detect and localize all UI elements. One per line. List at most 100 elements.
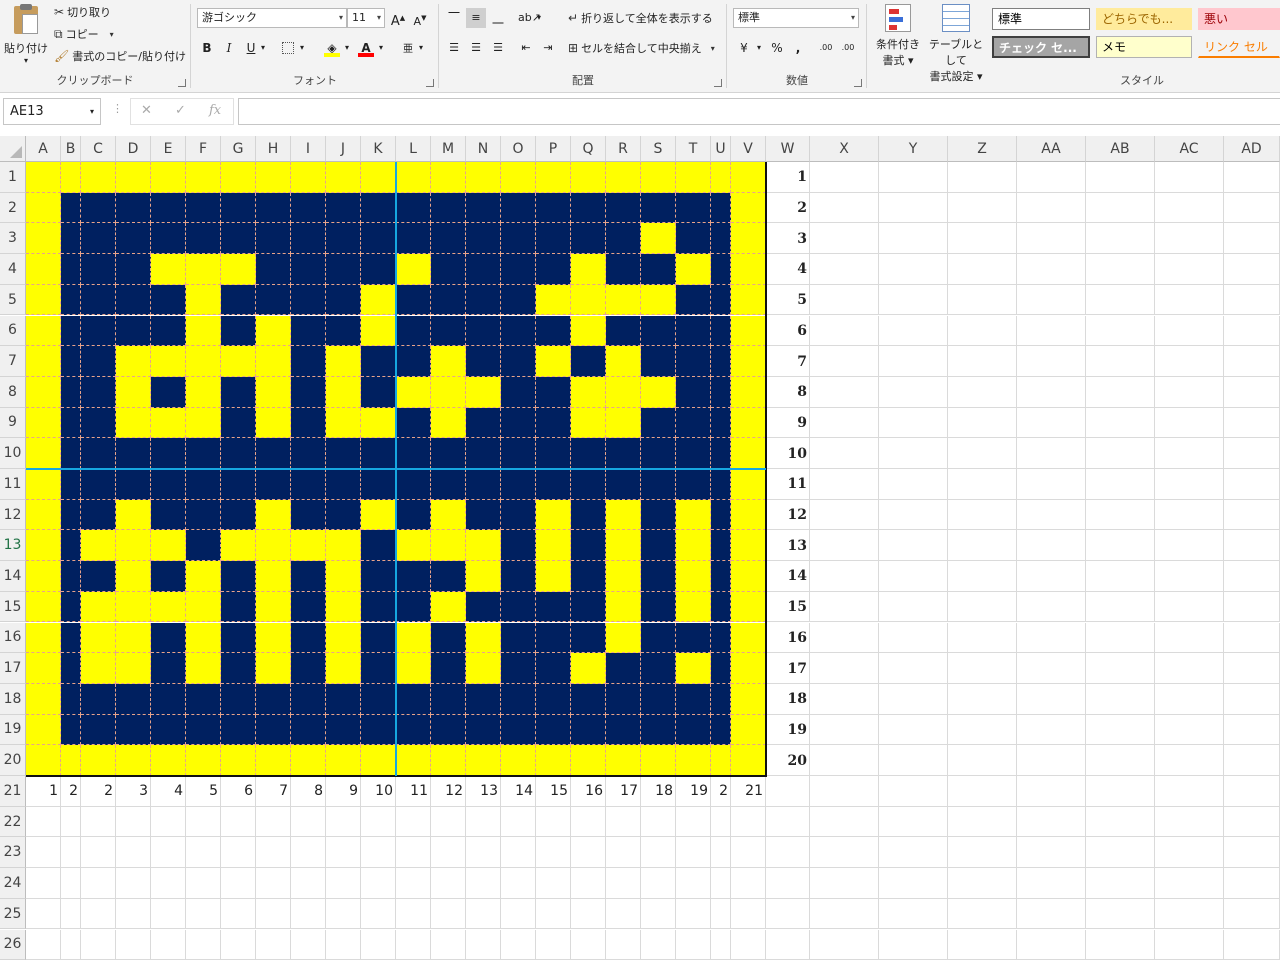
cell-ad5[interactable]	[1224, 284, 1280, 316]
cell-a6[interactable]	[26, 315, 61, 347]
cell-v18[interactable]	[731, 683, 766, 715]
font-color-dropdown-icon[interactable]: ▾	[376, 38, 386, 58]
cell-f26[interactable]	[186, 929, 221, 960]
cell-j18[interactable]	[326, 683, 361, 715]
cell-q4[interactable]	[571, 254, 606, 285]
increase-indent-icon[interactable]: ⇥	[538, 38, 558, 58]
cell-i3[interactable]	[291, 223, 326, 255]
cell-w24[interactable]	[766, 868, 810, 899]
cell-y19[interactable]	[879, 714, 948, 746]
cell-aa12[interactable]	[1017, 499, 1086, 531]
cell-i15[interactable]	[291, 591, 326, 623]
dialog-launcher-icon[interactable]	[714, 79, 722, 87]
cell-p1[interactable]	[536, 162, 571, 193]
cell-ac8[interactable]	[1155, 376, 1224, 408]
cell-z20[interactable]	[948, 745, 1017, 776]
cell-ad4[interactable]	[1224, 254, 1280, 285]
column-header-a[interactable]: A	[26, 136, 61, 162]
cell-l25[interactable]	[396, 898, 431, 930]
cell-o6[interactable]	[501, 315, 536, 347]
cell-o11[interactable]	[501, 469, 536, 500]
column-header-ac[interactable]: AC	[1155, 136, 1224, 162]
cell-b20[interactable]	[61, 745, 81, 776]
cell-ad17[interactable]	[1224, 653, 1280, 684]
cell-r9[interactable]	[606, 407, 641, 439]
cell-g12[interactable]	[221, 499, 256, 531]
cell-i11[interactable]	[291, 469, 326, 500]
cell-a15[interactable]	[26, 591, 61, 623]
cell-aa14[interactable]	[1017, 561, 1086, 592]
cell-f19[interactable]	[186, 714, 221, 746]
cell-k12[interactable]	[361, 499, 396, 531]
wrap-text-button[interactable]: ↵ 折り返して全体を表示する	[568, 10, 713, 26]
cell-b19[interactable]	[61, 714, 81, 746]
cell-x7[interactable]	[810, 346, 879, 377]
cell-d22[interactable]	[116, 806, 151, 838]
cell-k9[interactable]	[361, 407, 396, 439]
cell-r10[interactable]	[606, 438, 641, 469]
cell-t9[interactable]	[676, 407, 711, 439]
cell-g20[interactable]	[221, 745, 256, 776]
cell-p11[interactable]	[536, 469, 571, 500]
cell-v4[interactable]	[731, 254, 766, 285]
cell-h8[interactable]	[256, 376, 291, 408]
cell-n5[interactable]	[466, 284, 501, 316]
cell-z14[interactable]	[948, 561, 1017, 592]
select-all-button[interactable]	[0, 136, 26, 162]
cell-aa20[interactable]	[1017, 745, 1086, 776]
cell-d4[interactable]	[116, 254, 151, 285]
align-bottom-icon[interactable]: ⎽	[488, 8, 508, 28]
cell-y12[interactable]	[879, 499, 948, 531]
cell-ab24[interactable]	[1086, 868, 1155, 899]
cell-j20[interactable]	[326, 745, 361, 776]
cell-x9[interactable]	[810, 407, 879, 439]
cell-ac16[interactable]	[1155, 622, 1224, 654]
cell-m1[interactable]	[431, 162, 466, 193]
cell-ab18[interactable]	[1086, 683, 1155, 715]
cell-v7[interactable]	[731, 346, 766, 377]
cell-aa22[interactable]	[1017, 806, 1086, 838]
cell-p23[interactable]	[536, 837, 571, 869]
cell-n13[interactable]	[466, 530, 501, 562]
cell-j14[interactable]	[326, 561, 361, 592]
cell-k2[interactable]	[361, 192, 396, 224]
cell-h2[interactable]	[256, 192, 291, 224]
cell-j11[interactable]	[326, 469, 361, 500]
cell-ac18[interactable]	[1155, 683, 1224, 715]
cell-a8[interactable]	[26, 376, 61, 408]
cell-u18[interactable]	[711, 683, 731, 715]
cell-f7[interactable]	[186, 346, 221, 377]
cell-b6[interactable]	[61, 315, 81, 347]
cell-q18[interactable]	[571, 683, 606, 715]
grow-font-button[interactable]: A▲	[388, 8, 408, 29]
cell-p24[interactable]	[536, 868, 571, 899]
cell-ab5[interactable]	[1086, 284, 1155, 316]
cell-n2[interactable]	[466, 192, 501, 224]
cell-p16[interactable]	[536, 622, 571, 654]
cell-h1[interactable]	[256, 162, 291, 193]
row-header-14[interactable]: 14	[0, 561, 26, 592]
cell-g4[interactable]	[221, 254, 256, 285]
cell-h5[interactable]	[256, 284, 291, 316]
cell-x2[interactable]	[810, 192, 879, 224]
cell-ab25[interactable]	[1086, 898, 1155, 930]
cell-x6[interactable]	[810, 315, 879, 347]
cell-y24[interactable]	[879, 868, 948, 899]
cell-q22[interactable]	[571, 806, 606, 838]
cell-m20[interactable]	[431, 745, 466, 776]
cell-q9[interactable]	[571, 407, 606, 439]
cell-e12[interactable]	[151, 499, 186, 531]
cell-n4[interactable]	[466, 254, 501, 285]
cell-t18[interactable]	[676, 683, 711, 715]
phonetic-dropdown-icon[interactable]: ▾	[416, 38, 426, 58]
cell-f15[interactable]	[186, 591, 221, 623]
cell-y17[interactable]	[879, 653, 948, 684]
cell-q20[interactable]	[571, 745, 606, 776]
cell-a3[interactable]	[26, 223, 61, 255]
cell-ac19[interactable]	[1155, 714, 1224, 746]
cell-a5[interactable]	[26, 284, 61, 316]
cell-n12[interactable]	[466, 499, 501, 531]
cell-u14[interactable]	[711, 561, 731, 592]
cell-l17[interactable]	[396, 653, 431, 684]
cell-x12[interactable]	[810, 499, 879, 531]
